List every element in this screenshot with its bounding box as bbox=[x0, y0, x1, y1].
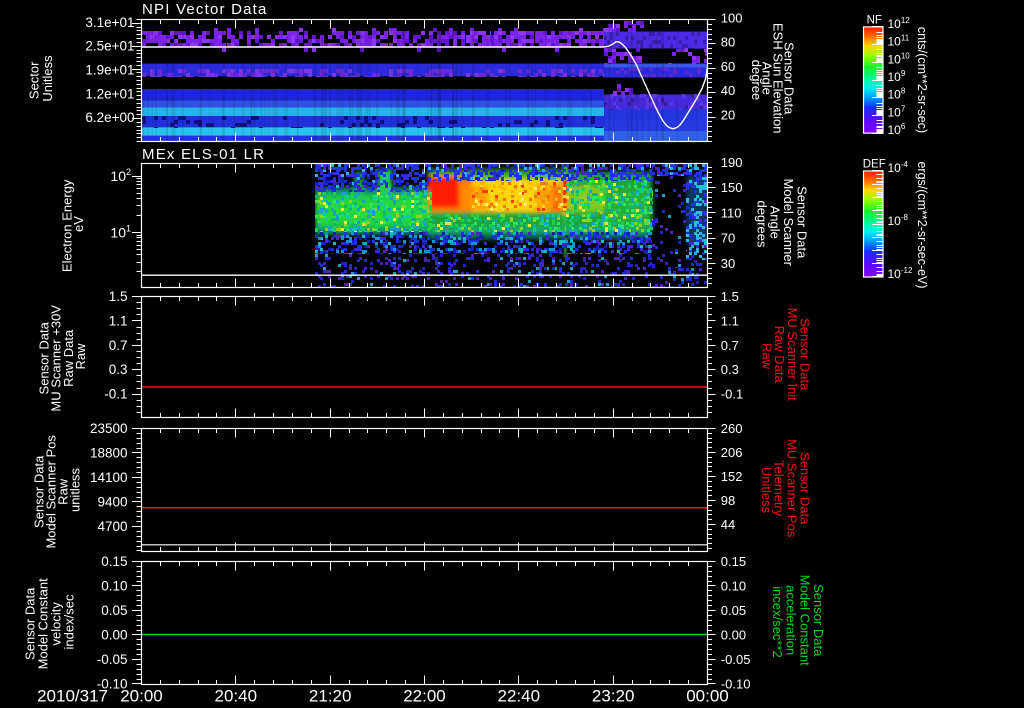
svg-text:0.10: 0.10 bbox=[721, 579, 746, 594]
svg-text:44: 44 bbox=[721, 517, 735, 532]
svg-text:23:20: 23:20 bbox=[592, 687, 635, 706]
svg-text:20:00: 20:00 bbox=[120, 687, 163, 706]
svg-text:21:20: 21:20 bbox=[309, 687, 352, 706]
svg-text:1.9e+01: 1.9e+01 bbox=[85, 63, 134, 78]
svg-text:cnts/(cm**2-sr-sec): cnts/(cm**2-sr-sec) bbox=[915, 27, 929, 133]
svg-text:6.2e+00: 6.2e+00 bbox=[85, 110, 134, 125]
svg-text:0.00: 0.00 bbox=[721, 628, 746, 643]
svg-text:60: 60 bbox=[721, 59, 735, 74]
svg-text:22:40: 22:40 bbox=[498, 687, 541, 706]
svg-text:80: 80 bbox=[721, 35, 735, 50]
svg-text:0.15: 0.15 bbox=[721, 554, 746, 569]
svg-text:23500: 23500 bbox=[90, 421, 128, 436]
svg-text:40: 40 bbox=[721, 83, 735, 98]
svg-text:1.5: 1.5 bbox=[109, 289, 128, 304]
svg-text:110: 110 bbox=[721, 205, 742, 220]
svg-text:0.05: 0.05 bbox=[721, 603, 746, 618]
svg-text:-0.1: -0.1 bbox=[721, 387, 743, 402]
svg-text:20:40: 20:40 bbox=[215, 687, 258, 706]
svg-text:22:00: 22:00 bbox=[403, 687, 446, 706]
svg-text:0.3: 0.3 bbox=[721, 362, 739, 377]
svg-text:3.1e+01: 3.1e+01 bbox=[85, 15, 134, 30]
svg-text:-0.05: -0.05 bbox=[721, 652, 751, 667]
svg-text:70: 70 bbox=[721, 231, 735, 246]
svg-text:-0.1: -0.1 bbox=[104, 387, 127, 402]
svg-text:-0.05: -0.05 bbox=[97, 652, 128, 667]
svg-text:0.05: 0.05 bbox=[101, 603, 127, 618]
svg-text:2010/317: 2010/317 bbox=[37, 687, 108, 706]
svg-text:0.10: 0.10 bbox=[101, 579, 127, 594]
svg-text:100: 100 bbox=[721, 11, 743, 26]
svg-text:1.1: 1.1 bbox=[109, 313, 128, 328]
svg-text:190: 190 bbox=[721, 155, 743, 170]
svg-text:150: 150 bbox=[721, 180, 743, 195]
svg-text:Sector Unitless: Sector Unitless bbox=[27, 55, 55, 102]
svg-text:206: 206 bbox=[721, 445, 743, 460]
svg-text:20: 20 bbox=[721, 107, 735, 122]
svg-text:2.5e+01: 2.5e+01 bbox=[85, 39, 134, 54]
svg-text:Sensor Data Model Constant acc: Sensor Data Model Constant acceleration … bbox=[770, 575, 826, 670]
svg-text:1.2e+01: 1.2e+01 bbox=[85, 86, 134, 101]
svg-text:0.3: 0.3 bbox=[109, 362, 128, 377]
svg-text:4700: 4700 bbox=[97, 519, 127, 534]
svg-text:1.5: 1.5 bbox=[721, 289, 739, 304]
svg-text:18800: 18800 bbox=[90, 446, 128, 461]
svg-text:NF: NF bbox=[867, 14, 882, 26]
svg-text:00:00: 00:00 bbox=[686, 687, 729, 706]
svg-text:0.7: 0.7 bbox=[109, 338, 128, 353]
svg-text:98: 98 bbox=[721, 493, 735, 508]
svg-text:DEF: DEF bbox=[863, 159, 886, 171]
svg-text:ergs/(cm**2-sr-sec-eV): ergs/(cm**2-sr-sec-eV) bbox=[915, 161, 929, 288]
svg-text:NPI Vector Data: NPI Vector Data bbox=[142, 1, 268, 18]
svg-text:1.1: 1.1 bbox=[721, 313, 739, 328]
svg-text:260: 260 bbox=[721, 421, 743, 436]
svg-text:0.7: 0.7 bbox=[721, 338, 739, 353]
svg-text:0.00: 0.00 bbox=[101, 628, 127, 643]
svg-text:30: 30 bbox=[721, 256, 735, 271]
svg-text:152: 152 bbox=[721, 469, 743, 484]
svg-text:0.15: 0.15 bbox=[101, 554, 127, 569]
svg-text:14100: 14100 bbox=[90, 470, 128, 485]
svg-text:MEx ELS-01 LR: MEx ELS-01 LR bbox=[142, 146, 265, 163]
svg-text:9400: 9400 bbox=[97, 495, 127, 510]
